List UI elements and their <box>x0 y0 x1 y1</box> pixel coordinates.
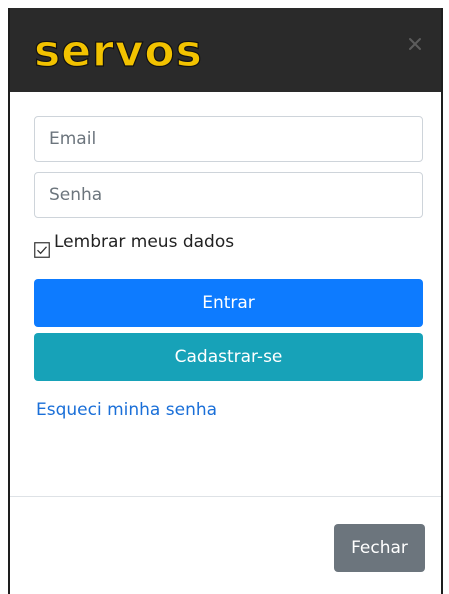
logo-text: servos <box>34 26 203 76</box>
close-icon[interactable] <box>401 30 429 58</box>
modal-footer: Fechar <box>10 497 441 594</box>
login-window: servos Lembrar meus dados Entrar Cadas <box>0 0 449 594</box>
register-button[interactable]: Cadastrar-se <box>34 333 423 381</box>
left-border <box>0 0 10 594</box>
email-field[interactable] <box>34 116 423 162</box>
right-border <box>441 0 449 594</box>
modal-header: servos <box>10 8 441 92</box>
password-field[interactable] <box>34 172 423 218</box>
remember-me-label: Lembrar meus dados <box>54 232 235 252</box>
forgot-password-link[interactable]: Esqueci minha senha <box>36 400 217 420</box>
servos-logo: servos <box>33 26 203 76</box>
modal-body: Lembrar meus dados Entrar Cadastrar-se E… <box>10 92 441 496</box>
login-modal: servos Lembrar meus dados Entrar Cadas <box>10 8 441 594</box>
login-button[interactable]: Entrar <box>34 279 423 327</box>
close-button[interactable]: Fechar <box>334 524 425 572</box>
remember-me-row: Lembrar meus dados <box>34 232 234 258</box>
remember-me-checkbox[interactable] <box>34 242 50 258</box>
